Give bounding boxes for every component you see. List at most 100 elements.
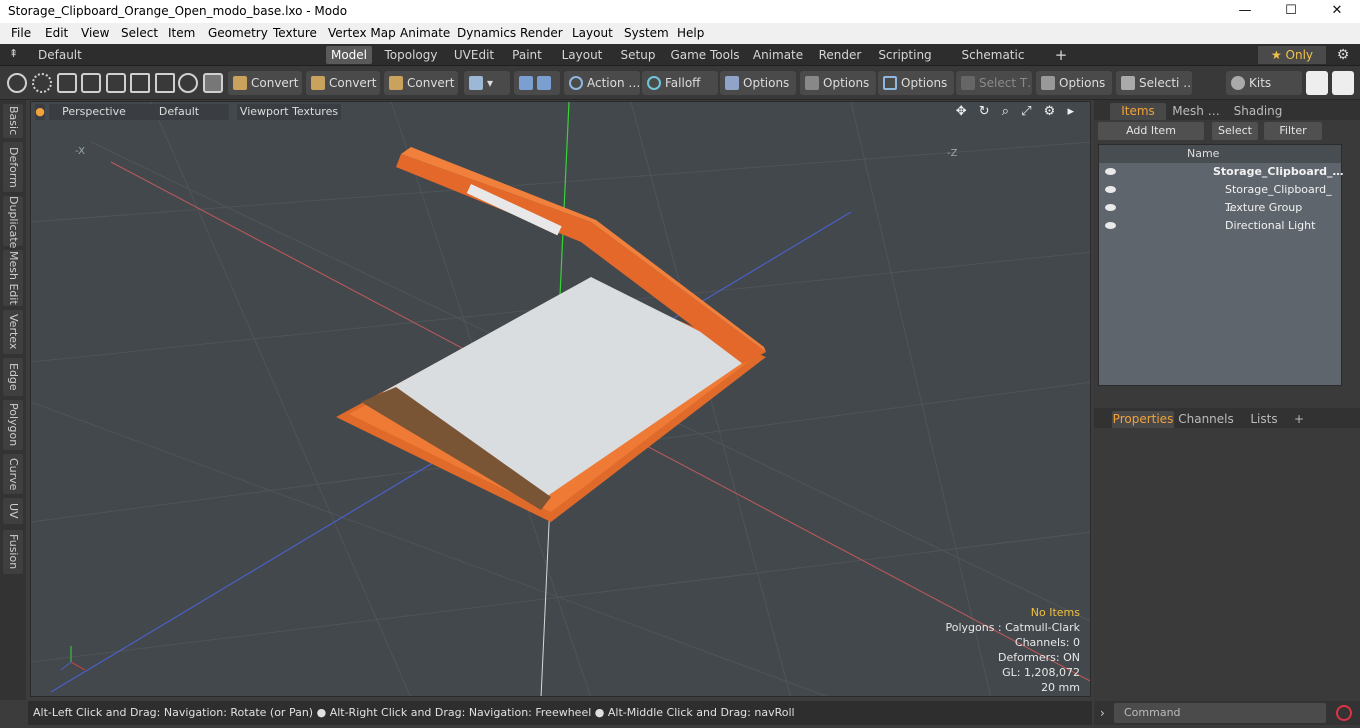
tab-uvedit[interactable]: UVEdit [450,46,498,64]
select-materials-icon[interactable] [106,73,126,93]
add-tab-button[interactable]: + [1050,46,1072,64]
tab-schematic-fusion[interactable]: Schematic Fusion [944,46,1042,80]
menu-help[interactable]: Help [677,26,704,40]
tab-render[interactable]: Render [814,46,866,64]
menu-edit[interactable]: Edit [45,26,68,40]
menu-texture[interactable]: Texture [273,26,317,40]
snap-dropdown[interactable]: ▾ [464,71,510,95]
select-pivot-icon[interactable] [130,73,150,93]
viewport-nav-icons[interactable]: ✥ ↻ ⌕ ⤢ ⚙ ▸ [956,104,1078,119]
convert-button-2[interactable]: Convert [306,71,380,95]
layout-bar: ⇞ Default Layouts ▾ Model Topology UVEdi… [0,44,1360,80]
tab-shading[interactable]: Shading [1228,103,1288,120]
maximize-button[interactable]: ☐ [1268,0,1314,23]
symmetry-buttons[interactable] [514,71,560,95]
tab-setup[interactable]: Setup [616,46,660,64]
select-edges-icon[interactable] [32,73,52,93]
eye-icon[interactable] [1105,222,1116,229]
action-center-button[interactable]: Action … [564,71,640,95]
menu-geometry[interactable]: Geometry [208,26,268,40]
record-icon[interactable] [1336,705,1352,721]
list-item[interactable]: Storage_Clipboard_… [1099,163,1344,181]
default-layouts-dropdown[interactable]: Default Layouts ▾ [38,46,130,80]
convert-icon [311,75,325,90]
gear-icon[interactable]: ⚙ [1332,46,1354,64]
options-icon [725,75,739,90]
tab-duplicate[interactable]: Duplicate [3,196,23,248]
no-items-label: No Items [1030,606,1080,619]
convert-button-1[interactable]: Convert [228,71,302,95]
selection-button[interactable]: Selecti … [1116,71,1192,95]
add-panel-button[interactable]: + [1292,411,1306,428]
select-button[interactable]: Select [1212,122,1258,140]
eye-icon[interactable] [1105,168,1116,175]
menu-render[interactable]: Render [520,26,563,40]
command-input[interactable]: Command [1114,703,1326,723]
tab-scripting[interactable]: Scripting [876,46,934,64]
falloff-button[interactable]: Falloff [642,71,718,95]
viewport-textures-dropdown[interactable]: Viewport Textures [237,104,341,120]
tab-fusion[interactable]: Fusion [3,530,23,574]
viewport-menu-icon[interactable]: ● [35,104,45,120]
options-button-1[interactable]: Options [720,71,796,95]
tab-polygon[interactable]: Polygon [3,400,23,450]
minimize-button[interactable]: — [1222,0,1268,23]
list-item[interactable]: Directional Light [1099,217,1341,235]
tab-basic[interactable]: Basic [3,104,23,138]
options-button-3[interactable]: Options [878,71,954,95]
convert-label: Convert [407,76,455,90]
list-item[interactable]: Texture Group [1099,199,1341,217]
menu-system[interactable]: System [624,26,669,40]
filter-button[interactable]: Filter [1264,122,1322,140]
tab-deform[interactable]: Deform [3,142,23,192]
menu-layout[interactable]: Layout [572,26,613,40]
tab-topology[interactable]: Topology [382,46,440,64]
unreal-icon[interactable] [1332,71,1354,95]
unity-icon[interactable] [1306,71,1328,95]
select-center-icon[interactable] [155,73,175,93]
command-expand-icon[interactable]: › [1100,706,1105,720]
tab-animate[interactable]: Animate [750,46,806,64]
tab-items[interactable]: Items [1110,103,1166,120]
tab-edge[interactable]: Edge [3,358,23,396]
menu-select[interactable]: Select [121,26,158,40]
list-item[interactable]: Storage_Clipboard_ … [1099,181,1341,214]
tab-game-tools[interactable]: Game Tools [670,46,740,64]
select-t-button[interactable]: Select T… [956,71,1032,95]
select-polygons-icon[interactable] [57,73,77,93]
tab-paint[interactable]: Paint [508,46,546,64]
select-vertices-icon[interactable] [7,73,27,93]
perspective-dropdown[interactable]: Perspective [49,104,139,120]
menu-animate[interactable]: Animate [400,26,450,40]
tab-layout[interactable]: Layout [558,46,606,64]
eye-icon[interactable] [1105,186,1116,193]
menu-view[interactable]: View [81,26,109,40]
menu-dynamics[interactable]: Dynamics [457,26,516,40]
3d-viewport[interactable]: ● Perspective Default Viewport Textures … [30,101,1091,697]
options-button-4[interactable]: Options [1036,71,1112,95]
tab-mesh[interactable]: Mesh … [1168,103,1224,120]
eye-icon[interactable] [1105,204,1116,211]
select-items-icon[interactable] [81,73,101,93]
tab-properties[interactable]: Properties [1112,411,1174,428]
menu-item[interactable]: Item [168,26,195,40]
shading-dropdown[interactable]: Default [129,104,229,120]
mesh-cube-icon[interactable] [203,73,223,93]
menu-file[interactable]: File [11,26,31,40]
tab-channels[interactable]: Channels [1178,411,1234,428]
layout-collapse-icon[interactable]: ⇞ [9,47,18,60]
options-button-2[interactable]: Options [800,71,876,95]
only-toggle[interactable]: ★ Only [1258,46,1326,64]
convert-button-3[interactable]: Convert [384,71,458,95]
tab-curve[interactable]: Curve [3,454,23,494]
menu-vertex-map[interactable]: Vertex Map [328,26,396,40]
tab-vertex[interactable]: Vertex [3,310,23,354]
tab-model[interactable]: Model [326,46,372,64]
kits-button[interactable]: Kits [1226,71,1302,95]
add-item-button[interactable]: Add Item [1098,122,1204,140]
tab-uv[interactable]: UV [3,498,23,524]
close-button[interactable]: ✕ [1314,0,1360,23]
tab-lists[interactable]: Lists [1242,411,1286,428]
tab-mesh-edit[interactable]: Mesh Edit [3,250,23,306]
select-edges-loop-icon[interactable] [178,73,198,93]
